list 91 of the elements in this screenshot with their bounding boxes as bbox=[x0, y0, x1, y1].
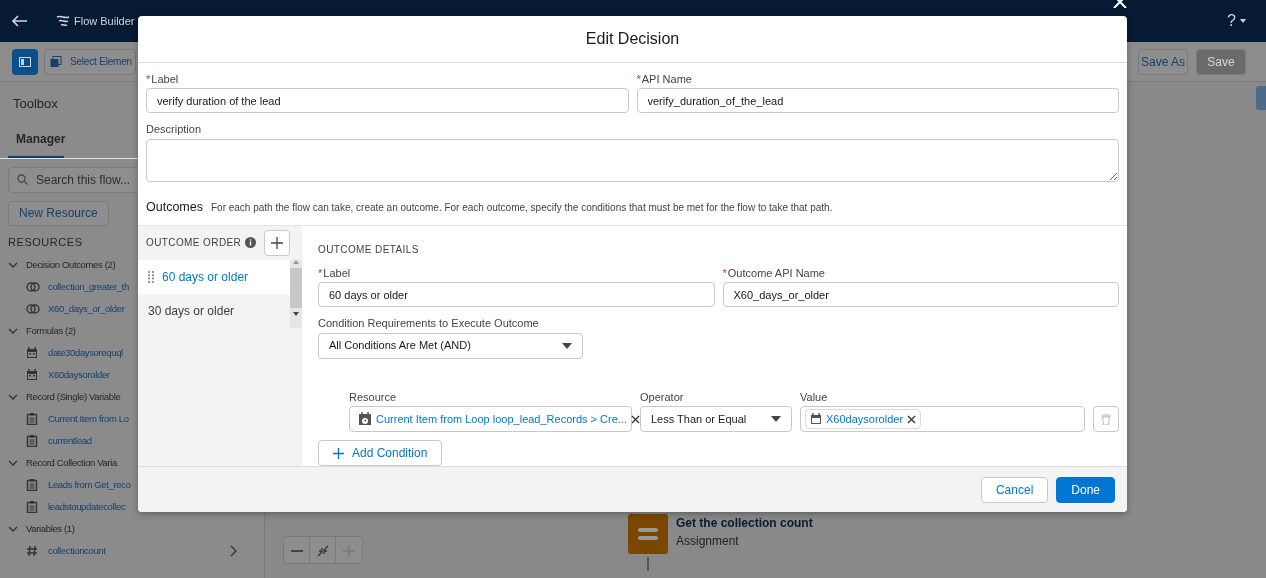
field-label: *Outcome API Name bbox=[722, 265, 826, 281]
input-field[interactable]: X60_days_or_older bbox=[722, 282, 1119, 308]
field-label: Value bbox=[800, 389, 829, 405]
caret-icon bbox=[1240, 19, 1246, 23]
field-label: *Label bbox=[318, 265, 352, 281]
drag-handle-icon bbox=[148, 270, 154, 283]
description-field[interactable] bbox=[146, 138, 1119, 182]
hash-icon bbox=[26, 545, 40, 557]
outcome-icon bbox=[26, 281, 40, 293]
resource-item[interactable]: currentlead bbox=[0, 430, 264, 452]
panel-toggle-button[interactable] bbox=[12, 48, 38, 75]
input-field[interactable]: 60 days or older bbox=[318, 282, 715, 308]
panel-heading: OUTCOME ORDER bbox=[146, 236, 242, 251]
trash-icon bbox=[1101, 413, 1111, 425]
connector-line bbox=[647, 557, 649, 571]
dropdown-field[interactable]: Less Than or Equal bbox=[640, 406, 792, 433]
compress-icon bbox=[316, 544, 329, 557]
field-label: Description bbox=[146, 122, 203, 138]
calendar-icon bbox=[26, 369, 40, 381]
node-title: Get the collection count bbox=[676, 515, 813, 532]
info-icon bbox=[245, 237, 257, 249]
tree-group[interactable]: Record (Single) Variable bbox=[0, 386, 264, 408]
chevron-down-icon bbox=[8, 392, 18, 402]
calendar-icon bbox=[26, 347, 40, 359]
select-elements-button[interactable]: Select Elemen bbox=[44, 48, 136, 75]
tree-group[interactable]: Record Collection Varia bbox=[0, 452, 264, 474]
resource-item[interactable]: collectioncount bbox=[0, 540, 264, 562]
flow-icon bbox=[56, 14, 70, 28]
clipboard-icon bbox=[26, 501, 40, 513]
section-title: Outcomes bbox=[146, 198, 203, 216]
done-button[interactable]: Done bbox=[1056, 476, 1115, 503]
field-label: Condition Requirements to Execute Outcome bbox=[318, 316, 540, 332]
dropdown-field[interactable]: All Conditions Are Met (AND) bbox=[318, 332, 583, 359]
chevron-down-icon bbox=[8, 524, 18, 534]
resource-item[interactable]: leadstoupdatecollec bbox=[0, 496, 264, 518]
back-icon[interactable] bbox=[12, 15, 28, 27]
assignment-icon bbox=[628, 514, 668, 554]
outcome-item[interactable]: 60 days or older bbox=[138, 259, 290, 294]
calendar-icon bbox=[810, 413, 822, 426]
value-field[interactable]: X60daysorolder bbox=[800, 406, 1085, 433]
dialog-title: Edit Decision bbox=[585, 28, 680, 49]
section-heading: RESOURCES bbox=[8, 234, 83, 250]
clipboard-icon bbox=[26, 413, 40, 425]
scroll-up-icon bbox=[293, 259, 299, 264]
search-icon bbox=[17, 174, 28, 185]
plus-icon bbox=[333, 447, 344, 459]
plus-icon bbox=[271, 236, 284, 249]
outcome-icon bbox=[26, 303, 40, 315]
resource-item[interactable]: Leads from Get_reco bbox=[0, 474, 264, 496]
panel-title: Toolbox bbox=[13, 95, 58, 113]
field-label: Resource bbox=[349, 389, 398, 405]
help-text: For each path the flow can take, create an outcome. For each outcome, specify the conditions that must be met for the flow to take that path. bbox=[210, 200, 833, 215]
input-field[interactable]: verify_duration_of_the_lead bbox=[636, 88, 1119, 114]
chevron-right-icon bbox=[230, 545, 238, 557]
caret-icon bbox=[771, 416, 781, 423]
calendar-clock-icon bbox=[358, 412, 372, 427]
caret-icon bbox=[562, 342, 572, 349]
chevron-down-icon bbox=[8, 458, 18, 468]
node-subtitle: Assignment bbox=[676, 533, 740, 550]
remove-icon[interactable] bbox=[631, 414, 640, 424]
app-title: Flow Builder bbox=[74, 13, 135, 29]
add-outcome-button[interactable] bbox=[264, 229, 291, 256]
input-field[interactable]: verify duration of the lead bbox=[146, 88, 629, 114]
add-condition-button[interactable]: Add Condition bbox=[318, 440, 443, 467]
field-label: *API Name bbox=[636, 71, 693, 87]
panel-heading: OUTCOME DETAILS bbox=[318, 242, 420, 257]
clipboard-icon bbox=[26, 435, 40, 447]
remove-icon[interactable] bbox=[907, 414, 917, 424]
close-icon[interactable] bbox=[1113, 0, 1127, 8]
tree-group[interactable]: Variables (1) bbox=[0, 518, 264, 540]
panel-tab[interactable]: Manager bbox=[8, 121, 64, 158]
field-label: *Label bbox=[146, 71, 180, 87]
delete-condition-button[interactable] bbox=[1093, 406, 1119, 433]
chevron-down-icon bbox=[8, 260, 18, 270]
chevron-down-icon bbox=[8, 326, 18, 336]
minus-icon bbox=[290, 549, 303, 552]
value-pill[interactable]: X60daysorolder bbox=[805, 408, 922, 430]
resource-item[interactable]: date30daysorequql bbox=[0, 342, 264, 364]
search-input[interactable]: Search this flow... bbox=[36, 170, 146, 189]
resource-item[interactable]: Current Item from Lo bbox=[0, 408, 264, 430]
select-icon bbox=[50, 55, 62, 68]
scroll-down-icon bbox=[293, 311, 299, 316]
cancel-button[interactable]: Cancel bbox=[980, 476, 1049, 503]
new-resource-button[interactable]: New Resource bbox=[8, 200, 109, 226]
field-label: Operator bbox=[640, 389, 685, 405]
panel-icon bbox=[19, 56, 31, 67]
toolbar-button[interactable]: Save As bbox=[1138, 48, 1188, 75]
resource-item[interactable]: X60daysorolder bbox=[0, 364, 264, 386]
clipboard-icon bbox=[26, 479, 40, 491]
scrollbar[interactable] bbox=[290, 259, 302, 328]
help-button[interactable]: ? bbox=[1227, 9, 1246, 33]
